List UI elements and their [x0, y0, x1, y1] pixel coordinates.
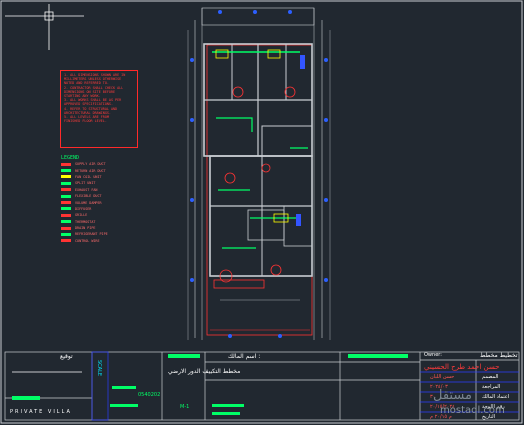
legend-symbol: [61, 232, 71, 236]
legend-label: GRILLE: [75, 213, 88, 218]
legend-symbol: [61, 213, 71, 217]
drawing-title: مخطط التكييف الدور الارضي: [168, 368, 241, 375]
sheet-number: M-1: [180, 404, 190, 410]
legend-label: VOLUME DAMPER: [75, 200, 102, 205]
legend-symbol: [61, 220, 71, 224]
legend-label: EXHAUST FAN: [75, 187, 98, 192]
legend-symbol: [61, 175, 71, 179]
watermark-brand: مستقل: [433, 388, 472, 403]
legend-symbol: [61, 194, 71, 198]
legend-symbol: [61, 226, 71, 230]
legend-item: CONTROL WIRE: [61, 238, 108, 244]
legend-label: SUPPLY AIR DUCT: [75, 162, 106, 167]
owner-name: حسن احمد طرح الحسيني: [424, 363, 500, 371]
title-block-row-label: المراجعة: [482, 384, 501, 390]
phone-number: 0540202: [138, 392, 161, 398]
scale-label: SCALE: [96, 360, 102, 377]
legend-label: FAN COIL UNIT: [75, 174, 102, 179]
legend-label: REFRIGERANT PIPE: [75, 232, 108, 237]
owner-caption: Owner:: [424, 352, 442, 358]
legend-label: FLEXIBLE DUCT: [75, 194, 102, 199]
legend-symbol: [61, 162, 71, 166]
company-name: تخطيط مخطط: [480, 352, 518, 359]
notes-list: 1- ALL DIMENSIONS SHOWN ARE IN MILLIMETER…: [61, 71, 137, 123]
private-villa-label: PRIVATE VILLA: [10, 409, 72, 415]
title-block-row-label: اعتماد المالك: [482, 394, 510, 400]
legend-symbol: [61, 188, 71, 192]
legend-symbol: [61, 169, 71, 173]
legend-label: RETURN AIR DUCT: [75, 168, 106, 173]
legend-label: CONTROL WIRE: [75, 238, 100, 243]
crosshair-cursor[interactable]: [5, 4, 84, 50]
legend-list: SUPPLY AIR DUCT RETURN AIR DUCT FAN COIL U…: [61, 161, 108, 244]
legend-symbol: [61, 181, 71, 185]
legend: LEGEND SUPPLY AIR DUCT RETURN AIR DUCT FAN…: [61, 155, 108, 244]
watermark-url: mostaql.com: [440, 405, 505, 416]
title-block-fills: [12, 354, 408, 415]
signature-label: توقيع: [60, 353, 73, 360]
legend-symbol: [61, 207, 71, 211]
legend-label: THERMOSTAT: [75, 219, 96, 224]
legend-label: SPLIT UNIT: [75, 181, 96, 186]
note-line: FINISHED FLOOR LEVEL.: [64, 119, 107, 124]
general-notes: 1- ALL DIMENSIONS SHOWN ARE IN MILLIMETER…: [60, 70, 138, 148]
legend-label: DIFFUSER: [75, 206, 92, 211]
floor-plan: [187, 7, 331, 340]
title-block-row-value: حسن اللبان: [430, 374, 455, 380]
title-block-row-label: المصمم: [482, 374, 499, 380]
legend-symbol: [61, 201, 71, 205]
legend-symbol: [61, 239, 71, 243]
legend-label: DRAIN PIPE: [75, 226, 96, 231]
owner-label: اسم المالك :: [228, 353, 261, 360]
